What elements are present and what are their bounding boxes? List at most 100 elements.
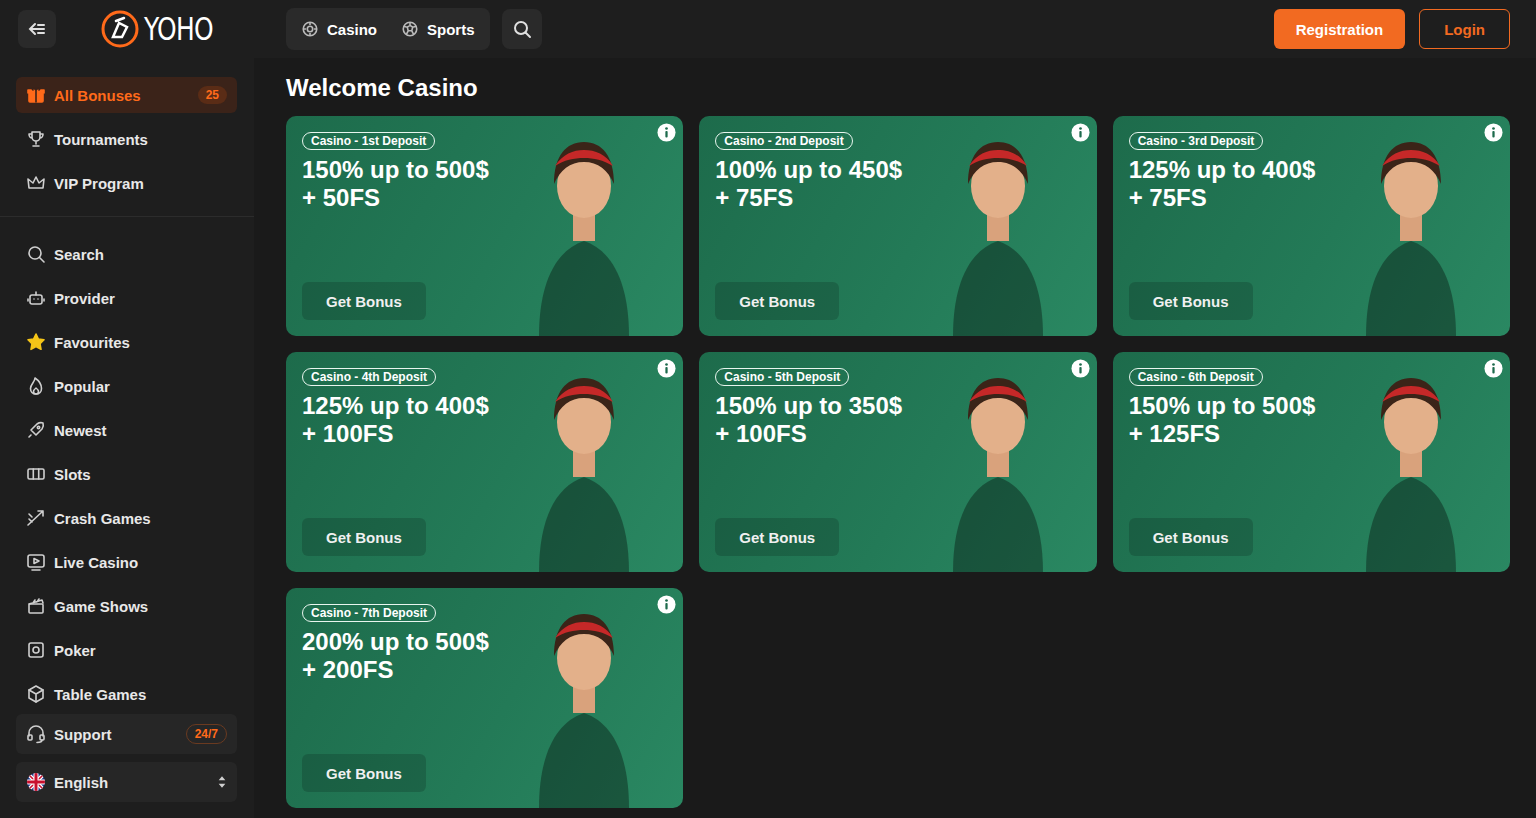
info-icon[interactable] bbox=[1071, 359, 1090, 378]
bonus-card: Casino - 7th Deposit 200% up to 500$ + 2… bbox=[286, 588, 683, 808]
card-content: Casino - 2nd Deposit 100% up to 450$ + 7… bbox=[715, 132, 1080, 212]
sidebar-item[interactable]: Tournaments bbox=[16, 121, 237, 157]
card-content: Casino - 3rd Deposit 125% up to 400$ + 7… bbox=[1129, 132, 1494, 212]
info-icon[interactable] bbox=[1071, 123, 1090, 142]
info-icon[interactable] bbox=[657, 359, 676, 378]
bonus-offer: 150% up to 500$ bbox=[1129, 392, 1316, 420]
bonus-offer: 200% up to 500$ bbox=[302, 628, 489, 656]
chip-icon bbox=[301, 20, 319, 38]
get-bonus-button[interactable]: Get Bonus bbox=[302, 282, 426, 320]
uk-flag-icon bbox=[26, 772, 46, 792]
info-icon[interactable] bbox=[657, 123, 676, 142]
card-content: Casino - 6th Deposit 150% up to 500$ + 1… bbox=[1129, 368, 1494, 448]
bonus-card: Casino - 1st Deposit 150% up to 500$ + 5… bbox=[286, 116, 683, 336]
sidebar-item[interactable]: Popular bbox=[16, 368, 237, 404]
get-bonus-button[interactable]: Get Bonus bbox=[302, 518, 426, 556]
free-spins: + 75FS bbox=[1129, 184, 1207, 212]
sidebar-divider bbox=[0, 216, 254, 217]
dice-icon bbox=[26, 684, 46, 704]
nav-tab[interactable]: Sports bbox=[389, 11, 487, 47]
free-spins: + 100FS bbox=[715, 420, 806, 448]
casino-app: YOHO Casino Sports Registration Login Al… bbox=[0, 0, 1536, 818]
sidebar-item[interactable]: Crash Games bbox=[16, 500, 237, 536]
game-menu: Search Provider Favourites Popular Newes… bbox=[16, 236, 237, 712]
sidebar-item[interactable]: Provider bbox=[16, 280, 237, 316]
get-bonus-button[interactable]: Get Bonus bbox=[715, 518, 839, 556]
gift-icon bbox=[26, 85, 46, 105]
sidebar-item[interactable]: VIP Program bbox=[16, 165, 237, 201]
info-icon[interactable] bbox=[657, 595, 676, 614]
logo-icon bbox=[100, 9, 140, 49]
count-badge: 25 bbox=[198, 86, 227, 104]
get-bonus-button[interactable]: Get Bonus bbox=[1129, 282, 1253, 320]
bonus-card: Casino - 5th Deposit 150% up to 350$ + 1… bbox=[699, 352, 1096, 572]
robot-icon bbox=[26, 288, 46, 308]
deposit-tag: Casino - 6th Deposit bbox=[1129, 368, 1263, 386]
rocket-icon bbox=[26, 420, 46, 440]
bonus-card: Casino - 6th Deposit 150% up to 500$ + 1… bbox=[1113, 352, 1510, 572]
login-button[interactable]: Login bbox=[1419, 9, 1510, 49]
free-spins: + 200FS bbox=[302, 656, 393, 684]
sidebar: All Bonuses 25 Tournaments VIP Program S… bbox=[0, 58, 254, 818]
bonus-offer: 125% up to 400$ bbox=[302, 392, 489, 420]
deposit-tag: Casino - 7th Deposit bbox=[302, 604, 436, 622]
character-illustration bbox=[499, 588, 669, 808]
brand-area: YOHO bbox=[0, 0, 254, 58]
support-button[interactable]: Support 24/7 bbox=[16, 714, 237, 754]
page-title: Welcome Casino bbox=[286, 74, 1510, 102]
flame-icon bbox=[26, 376, 46, 396]
sidebar-item[interactable]: Slots bbox=[16, 456, 237, 492]
get-bonus-button[interactable]: Get Bonus bbox=[302, 754, 426, 792]
search-icon bbox=[512, 19, 532, 39]
main-nav: Casino Sports Registration Login bbox=[254, 0, 1536, 58]
get-bonus-button[interactable]: Get Bonus bbox=[1129, 518, 1253, 556]
bonus-menu: All Bonuses 25 Tournaments VIP Program bbox=[16, 77, 237, 201]
slots-icon bbox=[26, 464, 46, 484]
deposit-tag: Casino - 4th Deposit bbox=[302, 368, 436, 386]
character-illustration bbox=[499, 352, 669, 572]
deposit-tag: Casino - 3rd Deposit bbox=[1129, 132, 1264, 150]
card-content: Casino - 5th Deposit 150% up to 350$ + 1… bbox=[715, 368, 1080, 448]
search-button[interactable] bbox=[502, 9, 542, 49]
bonus-card: Casino - 2nd Deposit 100% up to 450$ + 7… bbox=[699, 116, 1096, 336]
availability-badge: 24/7 bbox=[186, 724, 227, 744]
bonus-grid: Casino - 1st Deposit 150% up to 500$ + 5… bbox=[286, 116, 1510, 808]
bonus-offer: 150% up to 350$ bbox=[715, 392, 902, 420]
sidebar-item[interactable]: All Bonuses 25 bbox=[16, 77, 237, 113]
top-bar: YOHO Casino Sports Registration Login bbox=[0, 0, 1536, 58]
free-spins: + 125FS bbox=[1129, 420, 1220, 448]
character-illustration bbox=[913, 352, 1083, 572]
card-content: Casino - 4th Deposit 125% up to 400$ + 1… bbox=[302, 368, 667, 448]
live-icon bbox=[26, 552, 46, 572]
sidebar-item[interactable]: Search bbox=[16, 236, 237, 272]
bonus-offer: 100% up to 450$ bbox=[715, 156, 902, 184]
main-content: Welcome Casino Casino - 1st Deposit 150%… bbox=[254, 58, 1536, 818]
sidebar-item[interactable]: Newest bbox=[16, 412, 237, 448]
headset-icon bbox=[26, 724, 46, 744]
sidebar-item[interactable]: Game Shows bbox=[16, 588, 237, 624]
search-icon bbox=[26, 244, 46, 264]
logo-text: YOHO bbox=[144, 10, 213, 48]
free-spins: + 50FS bbox=[302, 184, 380, 212]
free-spins: + 75FS bbox=[715, 184, 793, 212]
sidebar-item[interactable]: Poker bbox=[16, 632, 237, 668]
info-icon[interactable] bbox=[1484, 123, 1503, 142]
logo[interactable]: YOHO bbox=[100, 9, 232, 49]
sidebar-item[interactable]: Favourites bbox=[16, 324, 237, 360]
crown-icon bbox=[26, 173, 46, 193]
character-illustration bbox=[499, 116, 669, 336]
sidebar-item[interactable]: Live Casino bbox=[16, 544, 237, 580]
info-icon[interactable] bbox=[1484, 359, 1503, 378]
character-illustration bbox=[1326, 352, 1496, 572]
nav-tabs: Casino Sports bbox=[286, 8, 490, 50]
registration-button[interactable]: Registration bbox=[1274, 9, 1406, 49]
collapse-sidebar-button[interactable] bbox=[18, 10, 56, 48]
free-spins: + 100FS bbox=[302, 420, 393, 448]
star-icon bbox=[26, 332, 46, 352]
deposit-tag: Casino - 5th Deposit bbox=[715, 368, 849, 386]
nav-tab[interactable]: Casino bbox=[289, 11, 389, 47]
bonus-offer: 125% up to 400$ bbox=[1129, 156, 1316, 184]
sidebar-item[interactable]: Table Games bbox=[16, 676, 237, 712]
get-bonus-button[interactable]: Get Bonus bbox=[715, 282, 839, 320]
language-select[interactable]: English bbox=[16, 762, 237, 802]
